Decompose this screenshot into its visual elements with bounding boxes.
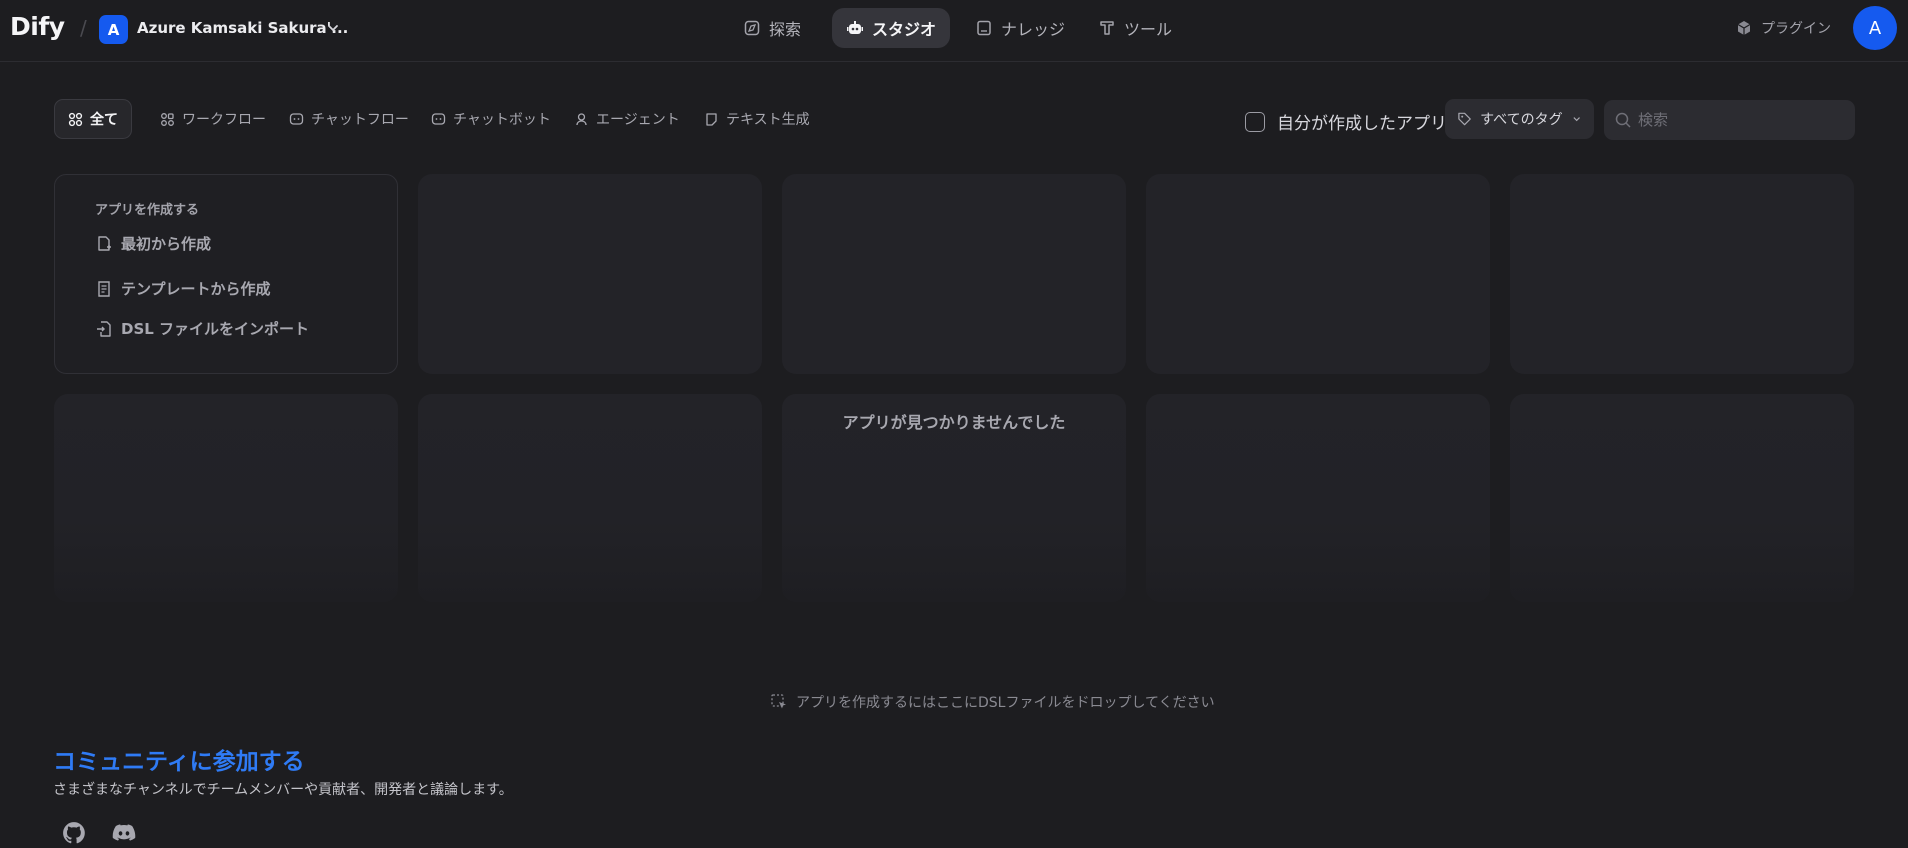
plugin-label: プラグイン xyxy=(1761,21,1831,37)
breadcrumb-separator: / xyxy=(80,16,87,40)
app-card-placeholder xyxy=(418,174,762,374)
chatflow-icon xyxy=(289,112,304,125)
app-card-placeholder xyxy=(782,174,1126,374)
app-card-placeholder xyxy=(1510,394,1854,602)
workspace-badge[interactable]: A xyxy=(99,15,128,44)
mine-checkbox[interactable] xyxy=(1245,111,1265,132)
import-dsl-file-label: DSL ファイルをインポート xyxy=(121,320,310,338)
tab-agent[interactable]: エージェント xyxy=(560,99,694,139)
empty-state-message: アプリが見つかりませんでした xyxy=(842,413,1066,432)
workflow-icon xyxy=(161,112,174,126)
create-from-template[interactable]: テンプレートから作成 xyxy=(95,278,271,299)
mine-label: 自分が作成したアプリ xyxy=(1277,114,1447,134)
agent-icon xyxy=(576,112,587,125)
tab-text-generation[interactable]: テキスト生成 xyxy=(690,99,824,139)
user-avatar[interactable]: A xyxy=(1853,6,1897,50)
drop-file-icon xyxy=(771,694,786,709)
app-card-placeholder xyxy=(1510,174,1854,374)
chatbot-icon xyxy=(431,112,446,125)
app-card-placeholder xyxy=(418,394,762,602)
text-gen-icon xyxy=(706,112,717,126)
create-from-blank-label: 最初から作成 xyxy=(121,235,212,253)
compass-icon xyxy=(744,20,760,36)
template-icon xyxy=(98,280,110,297)
search-icon xyxy=(1615,112,1631,128)
create-app-card: アプリを作成する 最初から作成 テンプレートから作成 DSL ファイルをインポー… xyxy=(54,174,398,374)
github-icon[interactable] xyxy=(61,820,87,846)
new-file-icon xyxy=(98,235,111,251)
tab-chatflow[interactable]: チャットフロー xyxy=(275,99,423,139)
tag-filter-label: すべてのタグ xyxy=(1480,112,1563,128)
nav-knowledge[interactable]: ナレッジ xyxy=(961,8,1079,48)
dsl-drop-hint-label: アプリを作成するにはここにDSLファイルをドロップしてください xyxy=(796,695,1215,711)
search-input[interactable] xyxy=(1638,111,1838,129)
nav-studio[interactable]: スタジオ xyxy=(832,8,951,48)
app-card-placeholder xyxy=(1146,174,1490,374)
app-card-placeholder xyxy=(54,394,398,602)
nav-explore[interactable]: 探索 xyxy=(729,8,815,48)
mine-filter[interactable]: 自分が作成したアプリ xyxy=(1245,109,1447,134)
book-icon xyxy=(977,20,991,36)
dify-logo[interactable]: Dify xyxy=(10,12,65,41)
nav-tools[interactable]: ツール xyxy=(1084,8,1186,48)
dsl-drop-hint: アプリを作成するにはここにDSLファイルをドロップしてください xyxy=(770,692,1215,712)
tab-text-generation-label: テキスト生成 xyxy=(726,112,810,128)
tool-icon xyxy=(1100,21,1114,35)
tab-workflow-label: ワークフロー xyxy=(182,112,266,128)
tab-agent-label: エージェント xyxy=(596,112,680,128)
community-subtitle: さまざまなチャンネルでチームメンバーや貢献者、開発者と議論します。 xyxy=(53,782,513,798)
grid-icon xyxy=(68,112,83,126)
cube-icon xyxy=(1737,21,1751,35)
nav-explore-label: 探索 xyxy=(769,20,802,39)
create-from-template-label: テンプレートから作成 xyxy=(121,280,271,298)
tab-all-label: 全て xyxy=(90,112,118,128)
discord-icon[interactable] xyxy=(111,820,137,846)
nav-knowledge-label: ナレッジ xyxy=(1001,20,1066,39)
create-from-blank[interactable]: 最初から作成 xyxy=(95,233,211,254)
tab-chatbot[interactable]: チャットボット xyxy=(417,99,565,139)
app-card-placeholder xyxy=(1146,394,1490,602)
plugin-button[interactable]: プラグイン xyxy=(1735,18,1831,38)
top-header: Dify / A Azure Kamsaki Sakura'... 探索 スタジ… xyxy=(0,0,1908,62)
import-icon xyxy=(97,320,111,337)
tag-filter-select[interactable]: すべてのタグ xyxy=(1445,99,1594,139)
community-title: コミュニティに参加する xyxy=(53,749,305,775)
search-box[interactable] xyxy=(1604,100,1855,140)
tab-workflow[interactable]: ワークフロー xyxy=(146,99,280,139)
workspace-name[interactable]: Azure Kamsaki Sakura'... xyxy=(137,19,348,37)
tag-icon xyxy=(1458,112,1471,126)
robot-icon xyxy=(847,21,863,34)
nav-tools-label: ツール xyxy=(1124,20,1173,39)
import-dsl-file[interactable]: DSL ファイルをインポート xyxy=(95,318,309,339)
create-app-title: アプリを作成する xyxy=(95,203,200,218)
tab-chatflow-label: チャットフロー xyxy=(311,112,409,128)
nav-studio-label: スタジオ xyxy=(872,20,937,39)
chevron-down-icon[interactable] xyxy=(325,20,341,36)
tab-chatbot-label: チャットボット xyxy=(453,112,551,128)
tab-all[interactable]: 全て xyxy=(54,99,132,139)
chevron-down-icon xyxy=(1573,117,1580,122)
